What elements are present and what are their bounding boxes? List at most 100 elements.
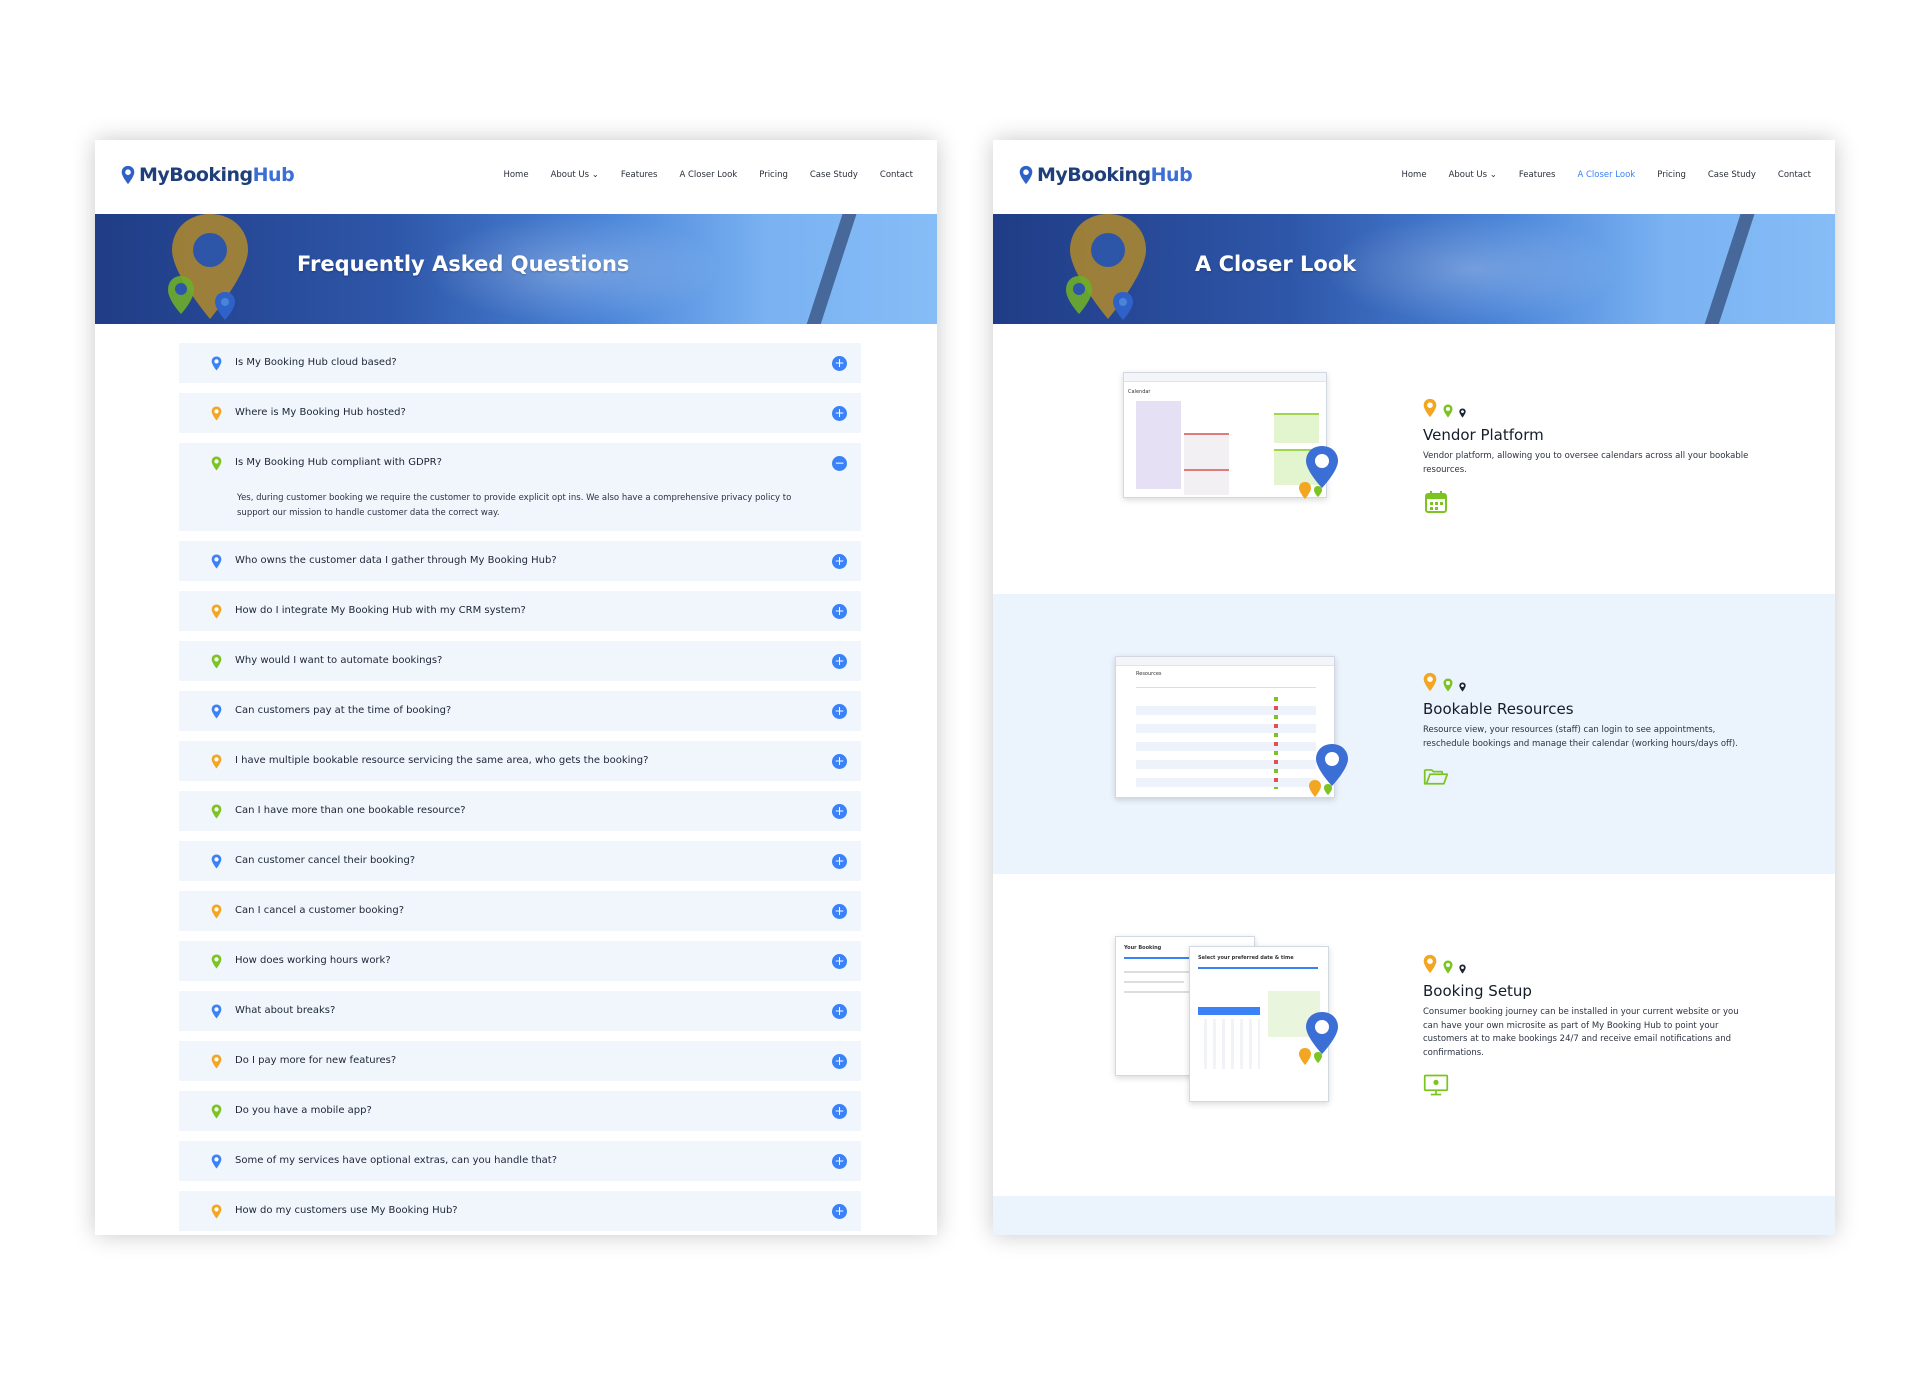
feature-bookable-resources: Resources Bookable Resources Resource vi… <box>993 594 1835 874</box>
faq-question[interactable]: Why would I want to automate bookings? <box>235 655 442 666</box>
expand-icon[interactable]: + <box>832 554 847 569</box>
expand-icon[interactable]: + <box>832 854 847 869</box>
nav-home[interactable]: Home <box>503 170 528 180</box>
hero-banner: A Closer Look <box>993 214 1835 324</box>
faq-item[interactable]: Do I pay more for new features? + <box>179 1041 861 1081</box>
faq-item[interactable]: How does working hours work? + <box>179 941 861 981</box>
logo-text-my: MyBooking <box>139 164 253 186</box>
nav-contact[interactable]: Contact <box>1778 170 1811 180</box>
faq-question[interactable]: Can customer cancel their booking? <box>235 855 415 866</box>
faq-question[interactable]: How do I integrate My Booking Hub with m… <box>235 605 526 616</box>
faq-question[interactable]: How do my customers use My Booking Hub? <box>235 1205 458 1216</box>
blue-pin-icon <box>211 704 222 719</box>
expand-icon[interactable]: + <box>832 1204 847 1219</box>
faq-question[interactable]: Some of my services have optional extras… <box>235 1155 557 1166</box>
closer-look-page: MyBooking Hub Home About Us ⌄ Features A … <box>993 140 1835 1235</box>
faq-item[interactable]: Do you have a mobile app? + <box>179 1091 861 1131</box>
page-title: A Closer Look <box>1195 252 1357 276</box>
blue-pin-icon <box>211 356 222 371</box>
faq-answer: Yes, during customer booking we require … <box>237 493 792 518</box>
nav-pricing[interactable]: Pricing <box>759 170 788 180</box>
faq-question[interactable]: What about breaks? <box>235 1005 335 1016</box>
faq-question[interactable]: Can customers pay at the time of booking… <box>235 705 451 716</box>
calendar-icon <box>1425 491 1447 513</box>
faq-question[interactable]: Is My Booking Hub cloud based? <box>235 357 397 368</box>
expand-icon[interactable]: + <box>832 604 847 619</box>
faq-question[interactable]: Do you have a mobile app? <box>235 1105 372 1116</box>
faq-item[interactable]: Who owns the customer data I gather thro… <box>179 541 861 581</box>
orange-pin-icon <box>211 754 222 769</box>
banner-pins-graphic <box>168 214 248 320</box>
orange-pin-icon <box>1423 954 1437 974</box>
feature-pins <box>1423 670 1753 692</box>
nav-closer-look[interactable]: A Closer Look <box>1577 170 1635 180</box>
faq-item[interactable]: Can customer cancel their booking? + <box>179 841 861 881</box>
logo[interactable]: MyBooking Hub <box>121 164 295 186</box>
faq-question[interactable]: Do I pay more for new features? <box>235 1055 396 1066</box>
feature-text: Bookable Resources Resource view, your r… <box>1423 670 1753 793</box>
expand-icon[interactable]: + <box>832 654 847 669</box>
expand-icon[interactable]: + <box>832 904 847 919</box>
faq-list: Is My Booking Hub cloud based? + Where is … <box>179 343 861 1235</box>
faq-item[interactable]: I have multiple bookable resource servic… <box>179 741 861 781</box>
faq-item[interactable]: Can customers pay at the time of booking… <box>179 691 861 731</box>
logo-pin-icon <box>1019 165 1033 185</box>
dark-pin-icon <box>1459 964 1466 974</box>
faq-question[interactable]: Can I cancel a customer booking? <box>235 905 404 916</box>
blue-pin-icon <box>211 1154 222 1169</box>
nav-pricing[interactable]: Pricing <box>1657 170 1686 180</box>
feature-description: Resource view, your resources (staff) ca… <box>1423 725 1738 749</box>
faq-page: MyBooking Hub Home About Us ⌄ Features A … <box>95 140 937 1235</box>
folder-icon <box>1423 769 1449 785</box>
screenshot-pins-graphic <box>1299 446 1338 499</box>
blue-pin-icon <box>211 554 222 569</box>
feature-title: Bookable Resources <box>1423 700 1574 718</box>
faq-item[interactable]: Where is My Booking Hub hosted? + <box>179 393 861 433</box>
faq-item[interactable]: Is My Booking Hub cloud based? + <box>179 343 861 383</box>
nav-about-us[interactable]: About Us ⌄ <box>551 170 599 180</box>
site-header: MyBooking Hub Home About Us ⌄ Features A … <box>993 140 1835 214</box>
faq-question[interactable]: How does working hours work? <box>235 955 391 966</box>
logo-text-my: MyBooking <box>1037 164 1151 186</box>
faq-item[interactable]: How do I integrate My Booking Hub with m… <box>179 591 861 631</box>
expand-icon[interactable]: + <box>832 704 847 719</box>
faq-item[interactable]: How do my customers use My Booking Hub? + <box>179 1191 861 1231</box>
feature-text: Booking Setup Consumer booking journey c… <box>1423 952 1753 1102</box>
main-nav: Home About Us ⌄ Features A Closer Look P… <box>503 170 913 180</box>
expand-icon[interactable]: + <box>832 1054 847 1069</box>
faq-question[interactable]: I have multiple bookable resource servic… <box>235 755 648 766</box>
nav-case-study[interactable]: Case Study <box>810 170 858 180</box>
nav-contact[interactable]: Contact <box>880 170 913 180</box>
expand-icon[interactable]: + <box>832 1104 847 1119</box>
faq-item[interactable]: What about breaks? + <box>179 991 861 1031</box>
nav-closer-look[interactable]: A Closer Look <box>679 170 737 180</box>
nav-features[interactable]: Features <box>621 170 658 180</box>
expand-icon[interactable]: + <box>832 804 847 819</box>
nav-home[interactable]: Home <box>1401 170 1426 180</box>
orange-pin-icon <box>1423 398 1437 418</box>
faq-question[interactable]: Is My Booking Hub compliant with GDPR? <box>235 457 442 468</box>
faq-question[interactable]: Where is My Booking Hub hosted? <box>235 407 406 418</box>
collapse-icon[interactable]: − <box>832 456 847 471</box>
nav-case-study[interactable]: Case Study <box>1708 170 1756 180</box>
nav-features[interactable]: Features <box>1519 170 1556 180</box>
expand-icon[interactable]: + <box>832 406 847 421</box>
expand-icon[interactable]: + <box>832 754 847 769</box>
green-pin-icon <box>211 654 222 669</box>
feature-pins <box>1423 396 1753 418</box>
faq-item[interactable]: Why would I want to automate bookings? + <box>179 641 861 681</box>
expand-icon[interactable]: + <box>832 1154 847 1169</box>
faq-item[interactable]: Can I cancel a customer booking? + <box>179 891 861 931</box>
orange-pin-icon <box>211 1054 222 1069</box>
logo[interactable]: MyBooking Hub <box>1019 164 1193 186</box>
expand-icon[interactable]: + <box>832 356 847 371</box>
faq-item[interactable]: Is My Booking Hub compliant with GDPR? − Y… <box>179 443 861 531</box>
nav-about-us[interactable]: About Us ⌄ <box>1449 170 1497 180</box>
expand-icon[interactable]: + <box>832 954 847 969</box>
blue-pin-icon <box>211 1004 222 1019</box>
faq-question[interactable]: Can I have more than one bookable resour… <box>235 805 466 816</box>
faq-item[interactable]: Some of my services have optional extras… <box>179 1141 861 1181</box>
expand-icon[interactable]: + <box>832 1004 847 1019</box>
faq-item[interactable]: Can I have more than one bookable resour… <box>179 791 861 831</box>
faq-question[interactable]: Who owns the customer data I gather thro… <box>235 555 557 566</box>
